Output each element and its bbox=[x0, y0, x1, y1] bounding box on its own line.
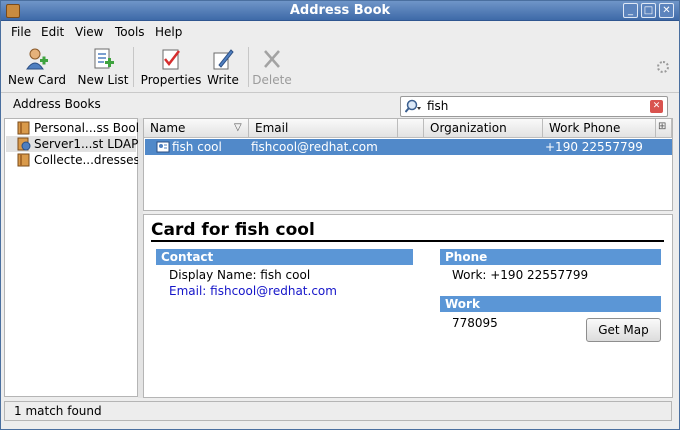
column-picker-button[interactable]: ⊞ bbox=[656, 119, 672, 138]
address-book-window: Address Book _ □ ✕ File Edit View Tools … bbox=[0, 0, 680, 430]
menu-file[interactable]: File bbox=[11, 25, 31, 39]
status-bar: 1 match found bbox=[1, 399, 679, 429]
search-icon bbox=[405, 99, 421, 113]
column-header-blank[interactable] bbox=[398, 119, 424, 138]
search-input[interactable]: fish ✕ bbox=[400, 96, 668, 117]
sidebar-item-ldap[interactable]: Server1...st LDAP bbox=[6, 136, 139, 152]
address-book-icon bbox=[17, 121, 30, 135]
table-row[interactable]: fish cool fishcool@redhat.com +190 22557… bbox=[145, 139, 672, 155]
column-picker-icon: ⊞ bbox=[658, 121, 667, 132]
work-address: 778095 bbox=[452, 316, 498, 330]
contact-card-pane: Card for fish cool Contact Display Name:… bbox=[143, 214, 673, 398]
title-bar[interactable]: Address Book _ □ ✕ bbox=[1, 1, 679, 21]
sidebar-item-personal[interactable]: Personal...ss Book bbox=[6, 120, 143, 136]
delete-button[interactable]: Delete bbox=[252, 47, 292, 89]
address-book-list: Personal...ss Book Server1...st LDAP Col… bbox=[4, 118, 143, 397]
delete-label: Delete bbox=[252, 73, 292, 87]
toolbar: New Card New List Properties Write Delet… bbox=[1, 43, 679, 93]
column-label: Organization bbox=[430, 121, 507, 135]
menu-help[interactable]: Help bbox=[155, 25, 182, 39]
menu-edit[interactable]: Edit bbox=[41, 25, 64, 39]
status-text: 1 match found bbox=[14, 404, 102, 418]
write-icon bbox=[213, 49, 234, 70]
toolbar-separator bbox=[133, 47, 134, 87]
cell-name: fish cool bbox=[172, 140, 222, 154]
cell-work-phone: +190 22557799 bbox=[545, 140, 643, 154]
address-books-heading: Address Books bbox=[13, 97, 101, 111]
search-value: fish bbox=[427, 99, 449, 113]
sidebar-item-label: Collecte...dresses bbox=[34, 153, 140, 167]
write-label: Write bbox=[207, 73, 239, 87]
column-header-organization[interactable]: Organization bbox=[424, 119, 543, 138]
cell-email: fishcool@redhat.com bbox=[251, 140, 378, 154]
delete-icon bbox=[264, 50, 280, 68]
close-button[interactable]: ✕ bbox=[659, 3, 674, 18]
email-link[interactable]: Email: fishcool@redhat.com bbox=[169, 284, 337, 298]
new-card-button[interactable]: New Card bbox=[8, 47, 66, 89]
address-book-icon bbox=[17, 153, 30, 167]
minimize-button[interactable]: _ bbox=[623, 3, 638, 18]
throbber-icon bbox=[657, 61, 669, 73]
column-label: Name bbox=[150, 121, 186, 135]
contact-card-icon bbox=[156, 141, 170, 153]
results-table: Name ▽ Email Organization Work Phone ⊞ f… bbox=[143, 118, 673, 211]
column-label: Email bbox=[255, 121, 289, 135]
get-map-button[interactable]: Get Map bbox=[586, 318, 661, 342]
work-section-header: Work bbox=[440, 296, 661, 312]
sidebar-item-collected[interactable]: Collecte...dresses bbox=[6, 152, 140, 168]
menu-view[interactable]: View bbox=[75, 25, 103, 39]
sidebar-item-label: Personal...ss Book bbox=[34, 121, 143, 135]
window-title: Address Book bbox=[289, 3, 391, 18]
write-button[interactable]: Write bbox=[207, 47, 239, 89]
sidebar-item-label: Server1...st LDAP bbox=[34, 137, 139, 151]
column-header-work-phone[interactable]: Work Phone bbox=[543, 119, 656, 138]
phone-section-header: Phone bbox=[440, 249, 661, 265]
new-list-icon bbox=[94, 48, 114, 69]
new-list-label: New List bbox=[77, 73, 129, 87]
maximize-button[interactable]: □ bbox=[641, 3, 656, 18]
properties-label: Properties bbox=[140, 73, 202, 87]
column-header-email[interactable]: Email bbox=[249, 119, 398, 138]
work-phone: Work: +190 22557799 bbox=[452, 268, 589, 282]
contact-section-header: Contact bbox=[156, 249, 413, 265]
card-divider bbox=[151, 240, 664, 242]
column-header-name[interactable]: Name ▽ bbox=[144, 119, 249, 138]
status-panel: 1 match found bbox=[4, 401, 672, 421]
new-card-label: New Card bbox=[7, 73, 67, 87]
ldap-server-icon bbox=[17, 137, 31, 151]
new-card-icon bbox=[26, 48, 48, 70]
menu-bar: File Edit View Tools Help bbox=[1, 22, 679, 43]
card-title: Card for fish cool bbox=[151, 220, 315, 240]
clear-search-icon[interactable]: ✕ bbox=[650, 100, 663, 113]
column-label: Work Phone bbox=[549, 121, 621, 135]
display-name: Display Name: fish cool bbox=[169, 268, 311, 282]
properties-icon bbox=[162, 49, 180, 70]
sort-descending-icon: ▽ bbox=[234, 122, 242, 133]
new-list-button[interactable]: New List bbox=[78, 47, 128, 89]
menu-tools[interactable]: Tools bbox=[115, 25, 145, 39]
properties-button[interactable]: Properties bbox=[141, 47, 201, 89]
